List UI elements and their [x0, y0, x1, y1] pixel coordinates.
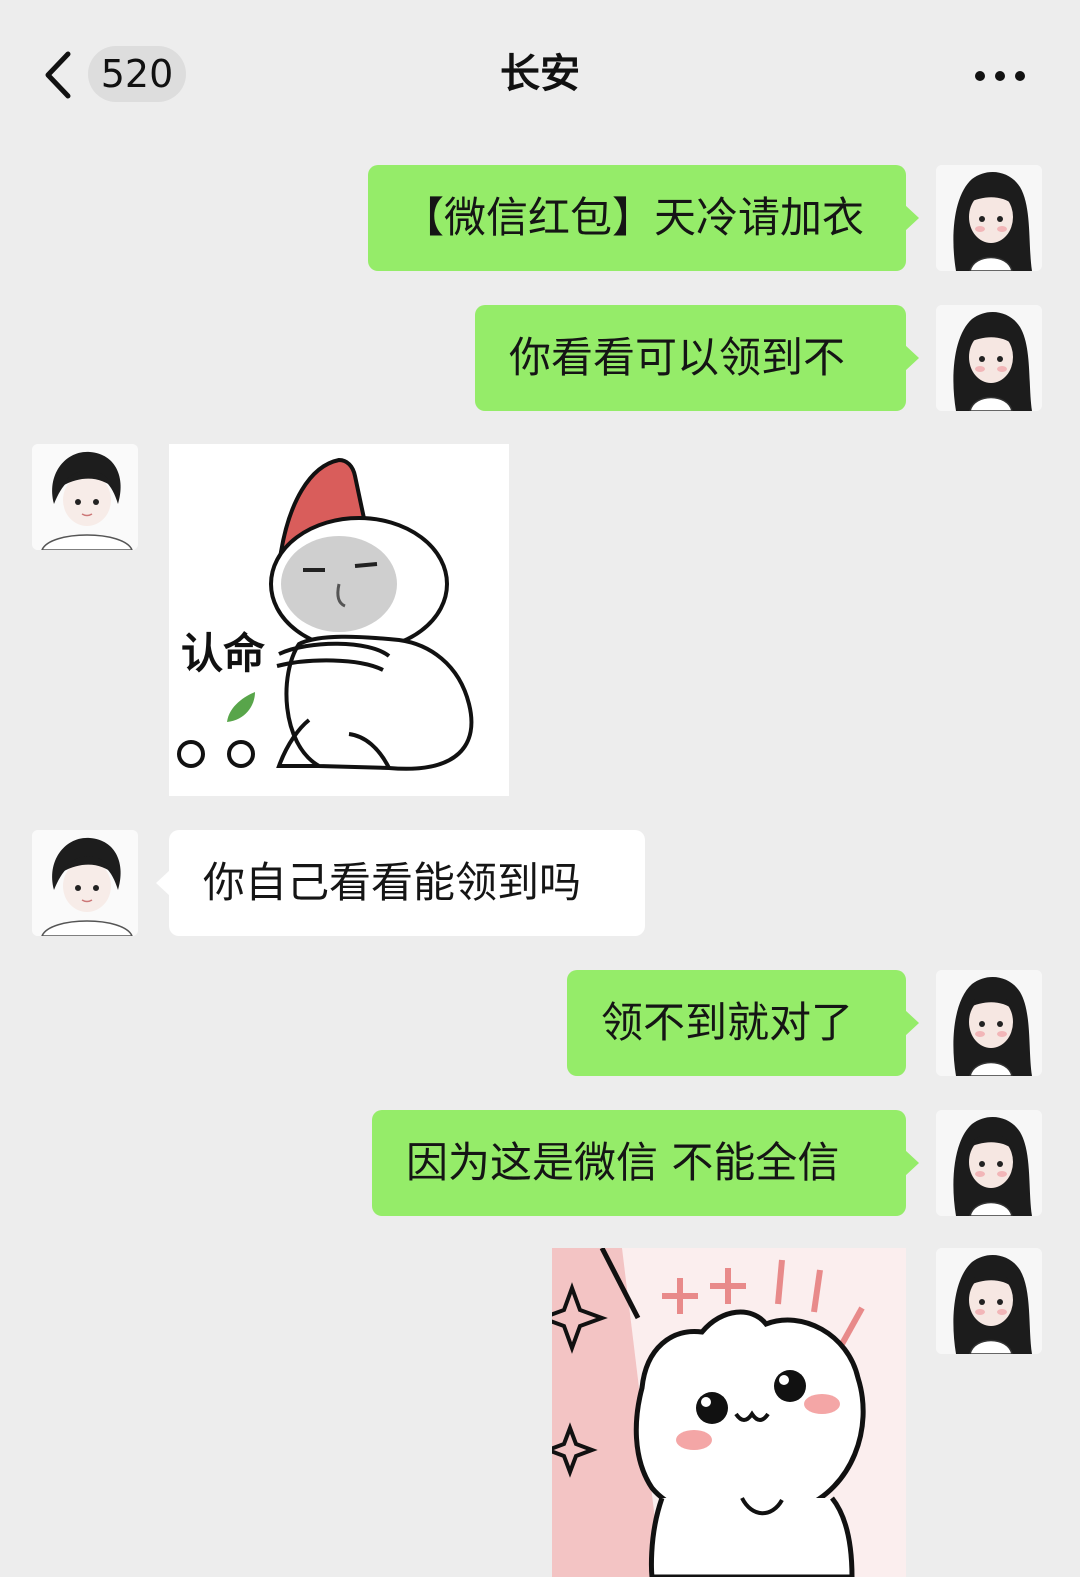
- sticker-caption: 认命: [181, 629, 266, 678]
- back-button[interactable]: [36, 48, 80, 102]
- message-bubble-mine[interactable]: 你看看可以领到不: [475, 305, 919, 411]
- my-avatar[interactable]: [936, 305, 1042, 411]
- message-bubble-theirs[interactable]: 你自己看看能领到吗: [156, 830, 645, 936]
- message-bubble-mine[interactable]: 【微信红包】天冷请加衣: [368, 165, 919, 271]
- my-avatar[interactable]: [936, 165, 1042, 271]
- cat-sticker-icon: [552, 1248, 906, 1577]
- chat-screen: 520 长安 【微信红包】天冷请加衣 你看看可以领到不 认命 你自己看看能领到吗…: [0, 0, 1080, 1577]
- boy-avatar-icon: [32, 444, 138, 550]
- girl-avatar-icon: [936, 165, 1042, 271]
- sticker-message[interactable]: 认命: [169, 444, 509, 796]
- my-avatar[interactable]: [936, 1248, 1042, 1354]
- my-avatar[interactable]: [936, 970, 1042, 1076]
- girl-avatar-icon: [936, 1248, 1042, 1354]
- sticker-message[interactable]: [552, 1248, 906, 1577]
- message-bubble-mine[interactable]: 因为这是微信 不能全信: [372, 1110, 919, 1216]
- more-dots-icon: [975, 71, 1025, 81]
- chat-title: 长安: [500, 51, 580, 97]
- chevron-left-icon: [45, 51, 71, 99]
- girl-avatar-icon: [936, 1110, 1042, 1216]
- girl-avatar-icon: [936, 305, 1042, 411]
- chat-header: 520 长安: [0, 0, 1080, 150]
- more-button[interactable]: [966, 56, 1036, 96]
- contact-avatar[interactable]: [32, 830, 138, 936]
- boy-avatar-icon: [32, 830, 138, 936]
- message-bubble-mine[interactable]: 领不到就对了: [567, 970, 919, 1076]
- unread-count-badge[interactable]: 520: [88, 46, 186, 102]
- girl-avatar-icon: [936, 970, 1042, 1076]
- my-avatar[interactable]: [936, 1110, 1042, 1216]
- contact-avatar[interactable]: [32, 444, 138, 550]
